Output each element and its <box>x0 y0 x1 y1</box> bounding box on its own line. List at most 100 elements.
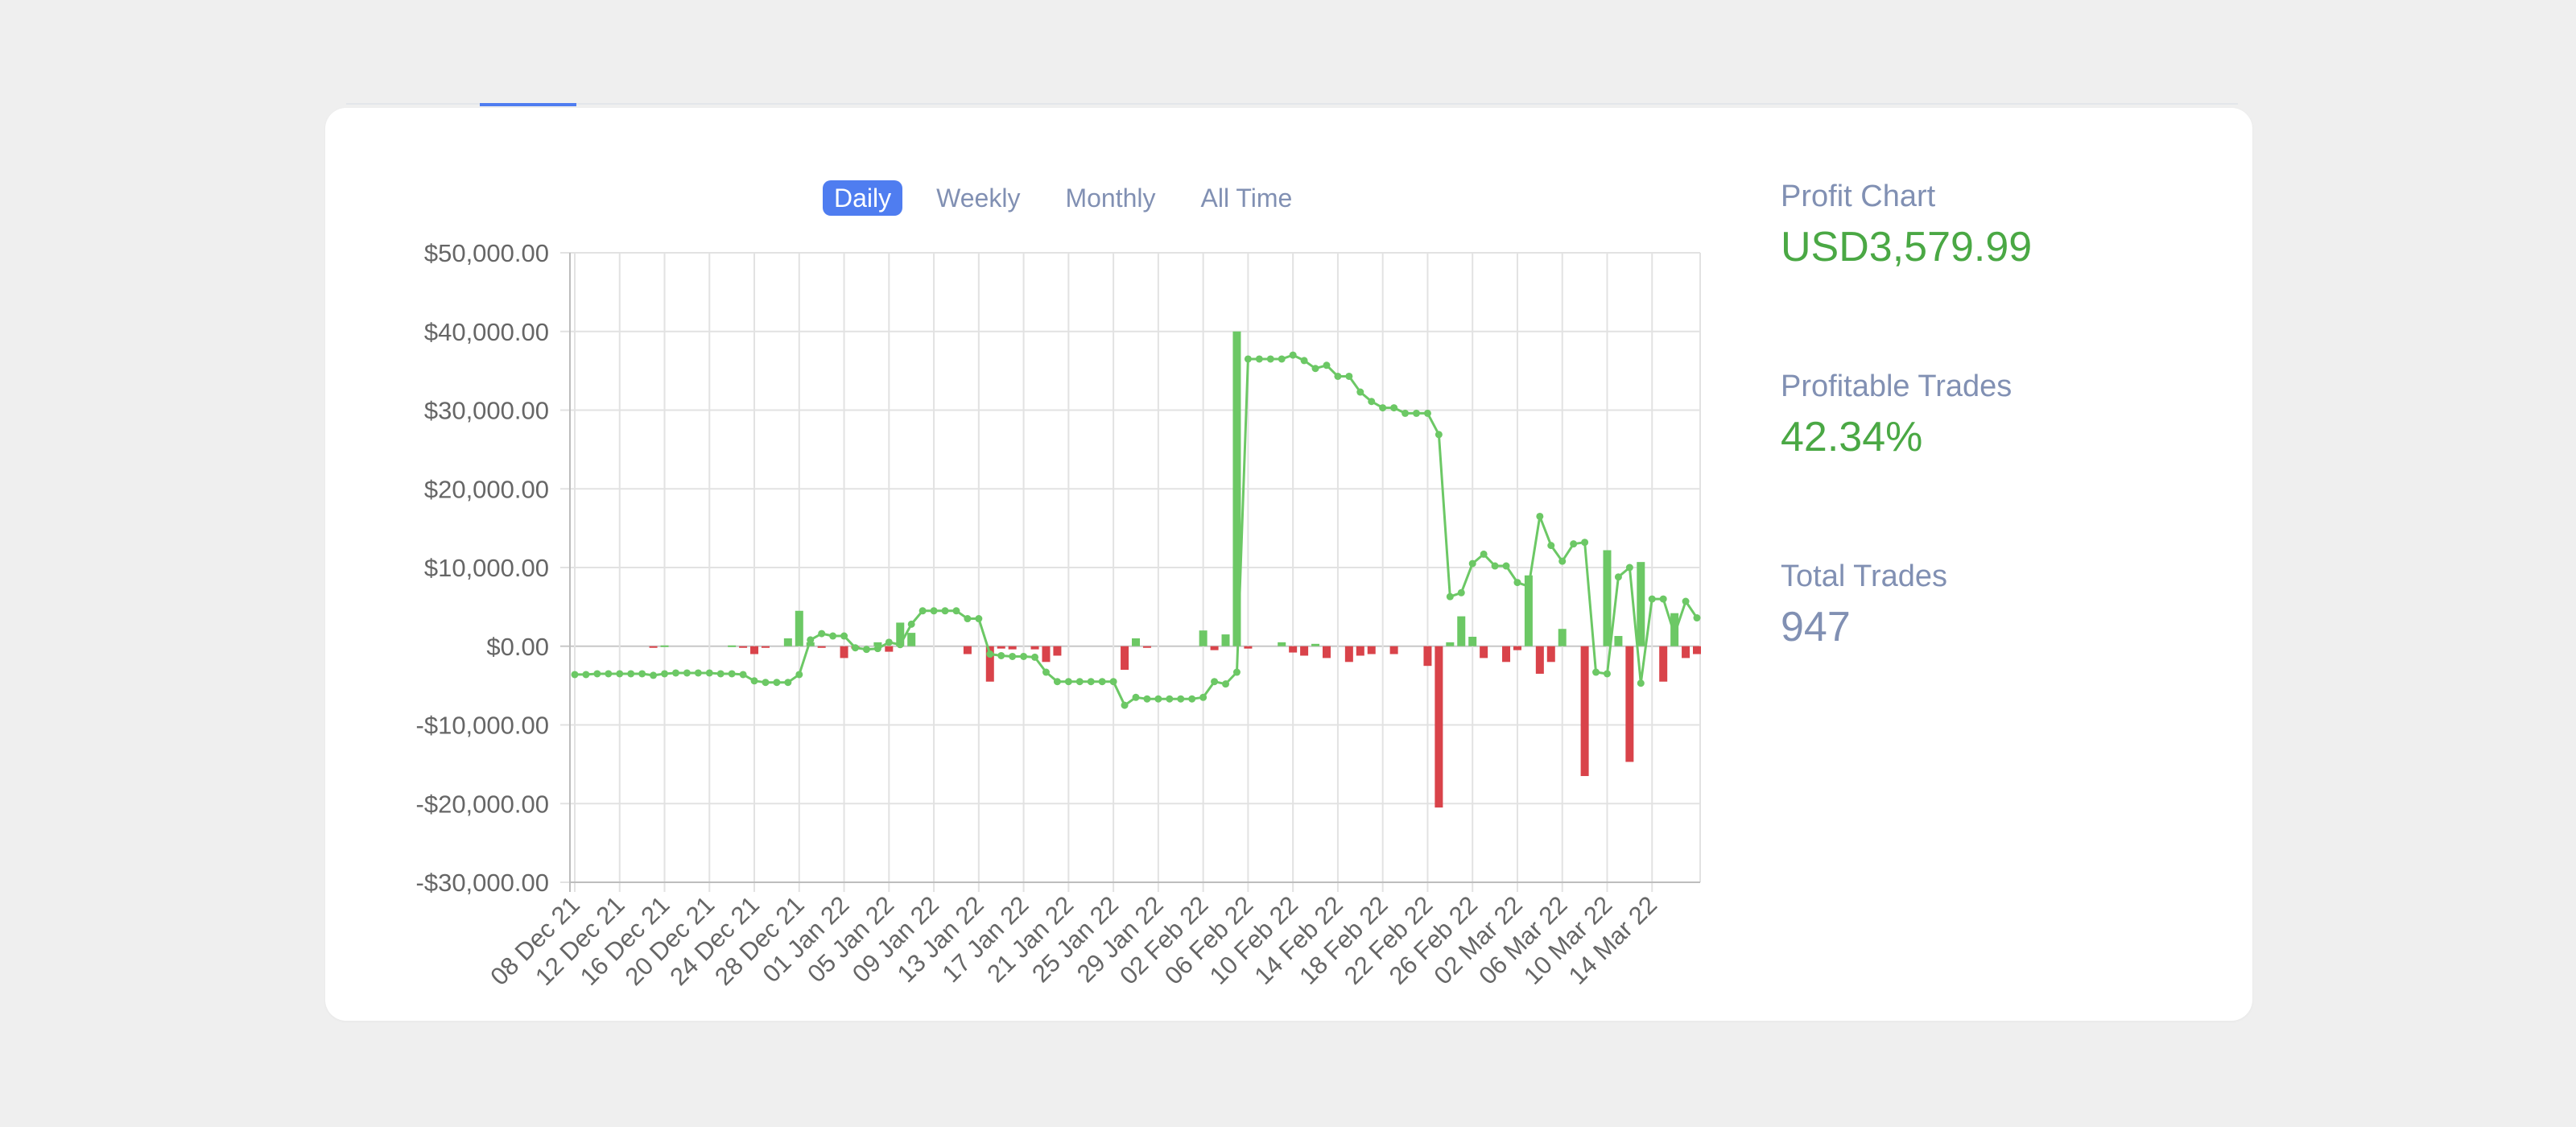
chart-bar <box>783 638 792 646</box>
line-point <box>1232 668 1241 676</box>
chart-bar <box>1142 646 1151 648</box>
line-point <box>1031 653 1039 661</box>
line-point <box>930 607 938 615</box>
line-point <box>818 630 826 638</box>
line-point <box>1491 562 1499 570</box>
line-point <box>638 670 646 678</box>
line-point <box>1154 695 1162 703</box>
line-point <box>1558 557 1567 565</box>
line-point <box>1682 597 1690 605</box>
line-point <box>1480 550 1488 558</box>
y-tick-label: $20,000.00 <box>424 475 549 503</box>
line-point <box>986 650 994 658</box>
y-tick-label: $0.00 <box>486 633 549 661</box>
line-point <box>1345 372 1353 380</box>
line-point <box>1323 361 1331 369</box>
line-point <box>1525 582 1533 590</box>
chart-bar <box>1625 646 1634 762</box>
line-point <box>605 670 613 678</box>
y-tick-label: $30,000.00 <box>424 397 549 425</box>
line-point <box>1098 678 1106 686</box>
chart-bar <box>1693 646 1701 654</box>
line-point <box>694 669 702 677</box>
line-point <box>1603 670 1611 678</box>
line-point <box>1446 592 1454 601</box>
chart-bar <box>1580 646 1589 777</box>
chart-bar <box>1278 642 1286 646</box>
line-point <box>1255 355 1263 363</box>
line-point <box>1064 678 1072 686</box>
line-point <box>1177 695 1185 703</box>
line-point <box>627 670 635 678</box>
y-tick-label: -$20,000.00 <box>416 790 549 818</box>
y-tick-label: $10,000.00 <box>424 554 549 582</box>
chart-bar <box>1199 630 1208 646</box>
line-point <box>773 679 781 687</box>
stat-label: Profit Chart <box>1781 180 1936 213</box>
chart-bar <box>1446 642 1455 646</box>
line-point <box>1109 678 1117 686</box>
chart-bar <box>1659 646 1668 682</box>
line-point <box>750 677 758 685</box>
chart-bar <box>1344 646 1353 663</box>
chart-bar <box>1030 646 1039 650</box>
line-point <box>1648 595 1656 603</box>
chart-bar <box>1637 562 1645 646</box>
line-point <box>762 679 770 687</box>
line-point <box>661 670 669 678</box>
chart-bar <box>1682 646 1690 658</box>
chart-bar <box>1300 646 1309 656</box>
chart-bar <box>739 646 748 648</box>
line-point <box>683 669 691 677</box>
line-point <box>1413 409 1420 417</box>
line-point <box>784 679 792 687</box>
line-point <box>1278 355 1286 363</box>
chart-bar <box>1614 636 1623 646</box>
line-point <box>1143 695 1151 703</box>
line-point <box>997 651 1005 659</box>
stat-total-trades: Total Trades 947 <box>1781 559 1947 652</box>
line-point <box>571 671 579 679</box>
line-point <box>1289 351 1297 359</box>
chart-bar <box>907 633 916 646</box>
chart-bar <box>1558 629 1567 646</box>
line-point <box>650 671 658 679</box>
stat-value: 947 <box>1781 604 1851 650</box>
line-point <box>1188 695 1196 703</box>
chart-bar <box>761 646 770 648</box>
chart-grid <box>560 252 1701 892</box>
chart-bar <box>1311 643 1320 646</box>
line-point <box>1637 679 1645 687</box>
chart-bar <box>1480 646 1488 658</box>
line-point <box>1266 355 1274 363</box>
line-point <box>975 615 983 623</box>
line-point <box>1356 388 1364 396</box>
line-point <box>795 671 803 679</box>
line-point <box>1581 539 1589 547</box>
line-point <box>1199 693 1208 701</box>
chart-bar <box>1513 646 1521 650</box>
chart-bar <box>750 646 759 654</box>
chart-bar <box>840 646 848 658</box>
line-point <box>1020 652 1028 660</box>
line-point <box>1244 355 1252 363</box>
stat-value: USD3,579.99 <box>1781 224 2033 270</box>
line-point <box>964 615 972 623</box>
line-point <box>907 620 915 628</box>
y-tick-label: $50,000.00 <box>424 239 549 267</box>
x-axis-ticks: 08 Dec 2112 Dec 2116 Dec 2120 Dec 2124 D… <box>485 890 1662 991</box>
chart-bar <box>1210 646 1219 650</box>
line-point <box>1075 678 1084 686</box>
chart-line <box>571 351 1701 709</box>
chart-bar <box>1132 638 1140 646</box>
line-point <box>1614 573 1622 581</box>
chart-bar <box>795 610 803 646</box>
y-tick-label: -$10,000.00 <box>416 712 549 740</box>
chart-bar <box>1435 646 1443 808</box>
chart-bar <box>1367 646 1376 654</box>
chart-bar <box>1535 646 1544 674</box>
y-tick-label: -$30,000.00 <box>416 869 549 897</box>
line-point <box>1042 668 1050 676</box>
chart-bar <box>660 645 669 647</box>
line-point <box>952 607 960 615</box>
